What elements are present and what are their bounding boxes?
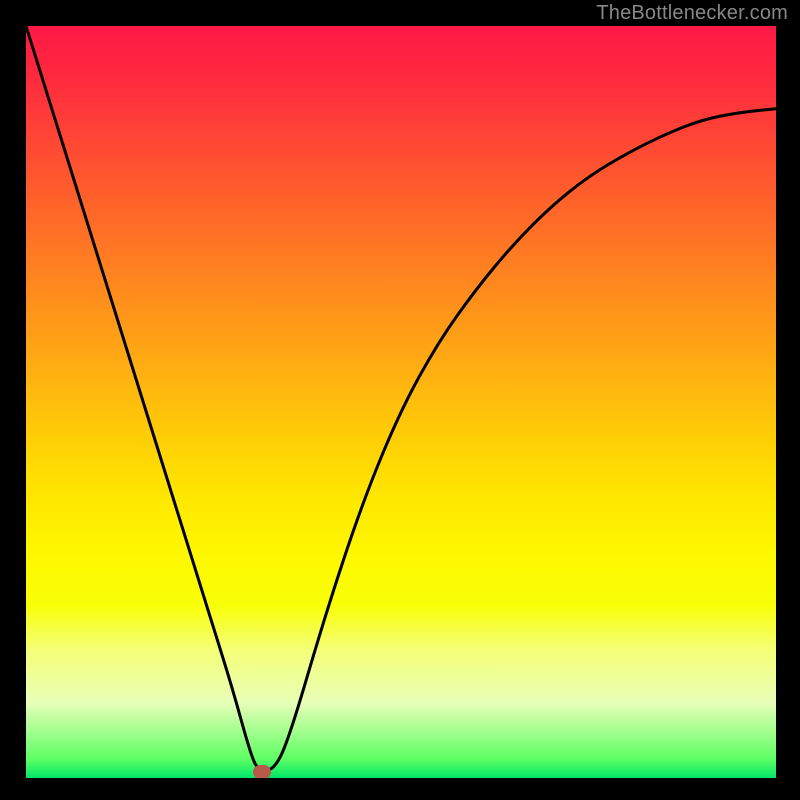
watermark-text: TheBottlenecker.com xyxy=(596,2,788,25)
optimal-point-marker xyxy=(253,765,271,778)
chart-frame: TheBottlenecker.com xyxy=(0,0,800,800)
bottleneck-curve xyxy=(26,26,776,778)
plot-area xyxy=(26,26,776,778)
